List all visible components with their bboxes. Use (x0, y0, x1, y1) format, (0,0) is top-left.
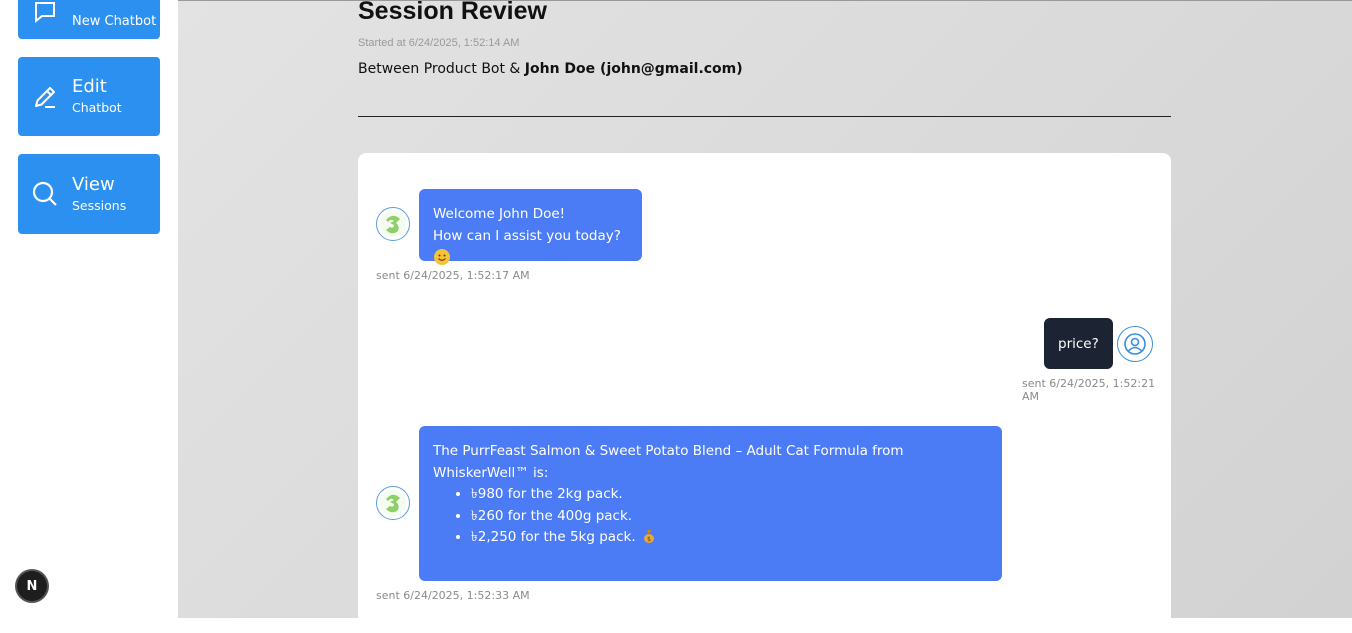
pencil-icon (18, 83, 72, 111)
dev-tools-badge[interactable]: N (17, 571, 47, 601)
message-timestamp: sent 6/24/2025, 1:52:17 AM (376, 269, 530, 282)
list-item: ৳2,250 for the 5kg pack. $ (471, 527, 988, 549)
user-message: price? (1044, 318, 1113, 369)
search-icon (18, 180, 72, 208)
list-item: ৳980 for the 2kg pack. (471, 484, 988, 506)
new-chatbot-button[interactable]: New Chatbot (18, 0, 160, 39)
bot-message-line: Welcome John Doe! (433, 206, 566, 222)
view-sessions-subtitle: Sessions (72, 197, 127, 213)
bot-logo-icon (380, 211, 406, 237)
sidebar: New Chatbot Edit Chatbot View Sessions N (0, 0, 178, 617)
edit-chatbot-subtitle: Chatbot (72, 100, 122, 116)
edit-chatbot-button[interactable]: Edit Chatbot (18, 57, 160, 136)
chat-bubble-icon (18, 0, 72, 25)
participants-prefix: Between Product Bot & (358, 61, 525, 77)
user-profile-icon (1124, 333, 1146, 355)
list-item-text: ৳2,250 for the 5kg pack. (471, 529, 636, 545)
money-bag-emoji-icon: $ (641, 528, 657, 544)
user-avatar (1117, 326, 1153, 362)
smiley-emoji-icon (434, 249, 450, 265)
message-timestamp: sent 6/24/2025, 1:52:21 AM (1022, 377, 1156, 403)
view-sessions-title: View (72, 173, 115, 195)
bot-message-intro: The PurrFeast Salmon & Sweet Potato Blen… (433, 443, 904, 481)
session-participants: Between Product Bot & John Doe (john@gma… (358, 61, 743, 77)
new-chatbot-label: New Chatbot (72, 14, 157, 30)
participant-user: John Doe (john@gmail.com) (524, 61, 743, 77)
edit-chatbot-title: Edit (72, 76, 107, 98)
session-start-time: Started at 6/24/2025, 1:52:14 AM (358, 37, 520, 49)
bot-avatar (376, 207, 410, 241)
bot-message-line: How can I assist you today? (433, 228, 621, 244)
bot-message: The PurrFeast Salmon & Sweet Potato Blen… (419, 426, 1002, 581)
main-content: Session Review Started at 6/24/2025, 1:5… (178, 0, 1352, 633)
divider (358, 116, 1171, 117)
price-list: ৳980 for the 2kg pack. ৳260 for the 400g… (433, 484, 988, 549)
bot-message: Welcome John Doe! How can I assist you t… (419, 189, 642, 265)
bot-logo-icon (380, 490, 406, 516)
message-timestamp: sent 6/24/2025, 1:52:33 AM (376, 589, 530, 602)
view-sessions-button[interactable]: View Sessions (18, 154, 160, 234)
bot-avatar (376, 486, 410, 520)
svg-text:$: $ (647, 536, 651, 543)
list-item: ৳260 for the 400g pack. (471, 506, 988, 528)
page-title: Session Review (358, 0, 547, 25)
chat-transcript: Welcome John Doe! How can I assist you t… (358, 153, 1171, 633)
user-message-text: price? (1058, 335, 1099, 352)
